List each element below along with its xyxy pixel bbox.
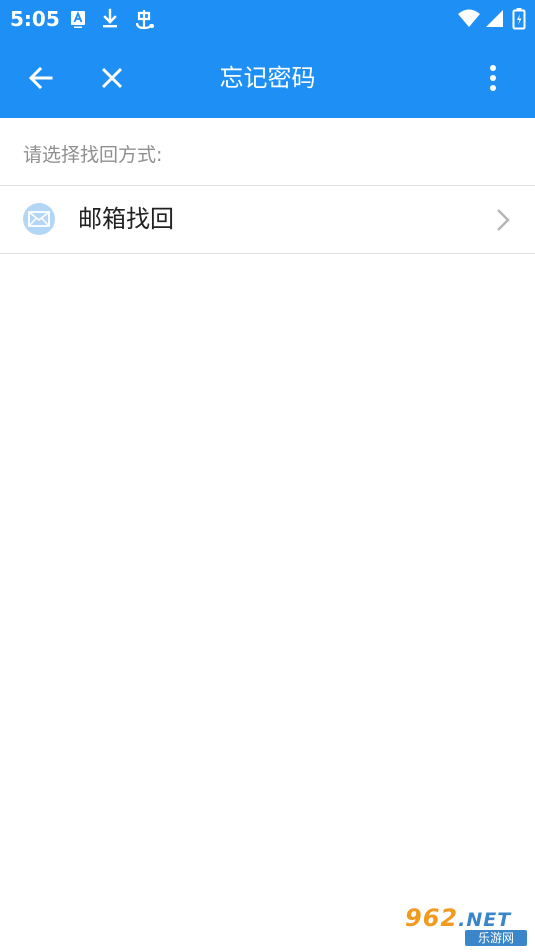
section-hint: 请选择找回方式: [23,144,163,166]
font-a-icon [71,11,85,28]
more-options-button[interactable] [469,54,517,102]
watermark-sub: 乐游网 [465,930,527,946]
download-icon [103,8,117,28]
wifi-icon [458,9,480,27]
status-bar: 5:05 [0,0,535,38]
more-vert-icon [490,65,496,91]
battery-icon [512,8,526,30]
signal-icon [486,10,503,27]
mail-icon [23,203,55,235]
chevron-right-icon [497,209,510,231]
bug-icon [135,10,154,30]
email-recovery-label: 邮箱找回 [78,205,174,233]
email-recovery-item[interactable]: 邮箱找回 [0,186,535,253]
toolbar: 忘记密码 [0,38,535,118]
forgot-password-screen: 5:05 忘记密码 请选择找回方式: 邮箱找回 962.NET 乐游网 [0,0,535,952]
status-time: 5:05 [10,7,60,31]
site-watermark: 962.NET 乐游网 [399,902,531,948]
page-title: 忘记密码 [219,64,316,92]
divider [0,253,535,254]
